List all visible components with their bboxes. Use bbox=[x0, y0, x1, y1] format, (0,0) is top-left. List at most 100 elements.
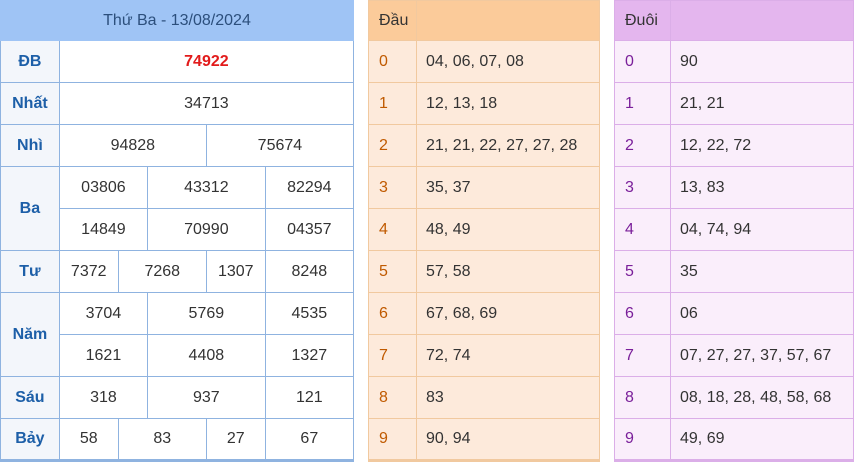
dau-digit: 7 bbox=[368, 334, 417, 377]
prize-row-tu: Tư 7372 7268 1307 8248 bbox=[0, 250, 355, 293]
duoi-row: 3 13, 83 bbox=[614, 166, 854, 209]
prize-number: 04357 bbox=[264, 208, 355, 251]
duoi-row: 0 90 bbox=[614, 40, 854, 83]
prize-label: Sáu bbox=[0, 376, 60, 419]
dau-values: 72, 74 bbox=[416, 334, 600, 377]
dau-digit: 5 bbox=[368, 250, 417, 293]
duoi-values: 08, 18, 28, 48, 58, 68 bbox=[670, 376, 854, 419]
prize-label: Nhì bbox=[0, 124, 60, 167]
prize-number: 27 bbox=[205, 418, 266, 462]
duoi-values: 90 bbox=[670, 40, 854, 83]
prize-number: 03806 bbox=[58, 166, 149, 209]
duoi-row: 1 21, 21 bbox=[614, 82, 854, 125]
dau-digit: 4 bbox=[368, 208, 417, 251]
duoi-header-row: Đuôi bbox=[614, 0, 854, 41]
prize-label: Năm bbox=[0, 292, 60, 377]
prize-number: 67 bbox=[264, 418, 355, 462]
prize-row-db: ĐB 74922 bbox=[0, 40, 355, 83]
dau-row: 8 83 bbox=[368, 376, 600, 419]
dau-digit: 1 bbox=[368, 82, 417, 125]
duoi-digit: 0 bbox=[614, 40, 671, 83]
duoi-digit: 3 bbox=[614, 166, 671, 209]
duoi-values: 06 bbox=[670, 292, 854, 335]
duoi-values: 35 bbox=[670, 250, 854, 293]
dau-header: Đầu bbox=[368, 0, 417, 41]
dau-row: 4 48, 49 bbox=[368, 208, 600, 251]
results-header-row: Thứ Ba - 13/08/2024 bbox=[0, 0, 354, 41]
prize-row-nhi: Nhì 94828 75674 bbox=[0, 124, 355, 167]
dau-row: 7 72, 74 bbox=[368, 334, 600, 377]
dau-digit: 2 bbox=[368, 124, 417, 167]
dau-header-blank bbox=[416, 0, 600, 41]
dau-values: 67, 68, 69 bbox=[416, 292, 600, 335]
duoi-digit: 4 bbox=[614, 208, 671, 251]
dau-values: 57, 58 bbox=[416, 250, 600, 293]
dau-values: 35, 37 bbox=[416, 166, 600, 209]
duoi-row: 4 04, 74, 94 bbox=[614, 208, 854, 251]
duoi-values: 12, 22, 72 bbox=[670, 124, 854, 167]
dau-values: 12, 13, 18 bbox=[416, 82, 600, 125]
duoi-row: 5 35 bbox=[614, 250, 854, 293]
dau-values: 04, 06, 07, 08 bbox=[416, 40, 600, 83]
duoi-row: 7 07, 27, 27, 37, 57, 67 bbox=[614, 334, 854, 377]
dau-digit: 3 bbox=[368, 166, 417, 209]
prize-number: 83 bbox=[117, 418, 207, 462]
duoi-row: 2 12, 22, 72 bbox=[614, 124, 854, 167]
prize-number: 7268 bbox=[117, 250, 207, 293]
dau-values: 48, 49 bbox=[416, 208, 600, 251]
duoi-values: 07, 27, 27, 37, 57, 67 bbox=[670, 334, 854, 377]
duoi-digit: 1 bbox=[614, 82, 671, 125]
dau-row: 1 12, 13, 18 bbox=[368, 82, 600, 125]
dau-digit: 8 bbox=[368, 376, 417, 419]
dau-panel: Đầu 0 04, 06, 07, 08 1 12, 13, 18 2 21, 21,… bbox=[368, 0, 600, 462]
prize-label: Tư bbox=[0, 250, 60, 293]
duoi-header: Đuôi bbox=[614, 0, 671, 41]
prize-number: 937 bbox=[147, 376, 266, 419]
prize-row-bay: Bảy 58 83 27 67 bbox=[0, 418, 355, 462]
prize-number: 7372 bbox=[58, 250, 119, 293]
dau-values: 21, 21, 22, 27, 27, 28 bbox=[416, 124, 600, 167]
prize-number: 94828 bbox=[58, 124, 207, 167]
duoi-values: 49, 69 bbox=[670, 418, 854, 462]
prize-number: 4535 bbox=[264, 292, 355, 335]
dau-row: 0 04, 06, 07, 08 bbox=[368, 40, 600, 83]
prize-number: 43312 bbox=[147, 166, 266, 209]
duoi-header-blank bbox=[670, 0, 854, 41]
prize-label: Nhất bbox=[0, 82, 60, 125]
prize-number: 318 bbox=[58, 376, 149, 419]
prize-number: 4408 bbox=[147, 334, 266, 377]
prize-label: Ba bbox=[0, 166, 60, 251]
dau-values: 90, 94 bbox=[416, 418, 600, 462]
duoi-row: 6 06 bbox=[614, 292, 854, 335]
duoi-digit: 6 bbox=[614, 292, 671, 335]
prize-number: 5769 bbox=[147, 292, 266, 335]
dau-row: 3 35, 37 bbox=[368, 166, 600, 209]
prize-number: 3704 bbox=[58, 292, 149, 335]
prize-number: 70990 bbox=[147, 208, 266, 251]
duoi-table: Đuôi 0 90 1 21, 21 2 12, 22, 72 3 13, 83 4 04… bbox=[614, 0, 854, 462]
prize-number: 1307 bbox=[205, 250, 266, 293]
prize-number: 82294 bbox=[264, 166, 355, 209]
duoi-values: 13, 83 bbox=[670, 166, 854, 209]
duoi-row: 8 08, 18, 28, 48, 58, 68 bbox=[614, 376, 854, 419]
prize-label: Bảy bbox=[0, 418, 60, 462]
lottery-results-table: Thứ Ba - 13/08/2024 ĐB 74922 Nhất 34713 … bbox=[0, 0, 355, 462]
dau-header-row: Đầu bbox=[368, 0, 600, 41]
results-date-title: Thứ Ba - 13/08/2024 bbox=[0, 0, 354, 41]
dau-digit: 9 bbox=[368, 418, 417, 462]
prize-row-nhat: Nhất 34713 bbox=[0, 82, 355, 125]
prize-number: 75674 bbox=[205, 124, 355, 167]
duoi-row: 9 49, 69 bbox=[614, 418, 854, 462]
dau-table: Đầu 0 04, 06, 07, 08 1 12, 13, 18 2 21, 21,… bbox=[368, 0, 600, 462]
prize-number: 58 bbox=[58, 418, 119, 462]
duoi-digit: 2 bbox=[614, 124, 671, 167]
duoi-values: 21, 21 bbox=[670, 82, 854, 125]
prize-number: 1621 bbox=[58, 334, 149, 377]
lottery-results-panel: Thứ Ba - 13/08/2024 ĐB 74922 Nhất 34713 … bbox=[0, 0, 355, 462]
duoi-digit: 5 bbox=[614, 250, 671, 293]
dau-row: 6 67, 68, 69 bbox=[368, 292, 600, 335]
duoi-panel: Đuôi 0 90 1 21, 21 2 12, 22, 72 3 13, 83 4 04… bbox=[614, 0, 854, 462]
prize-number: 1327 bbox=[264, 334, 355, 377]
dau-values: 83 bbox=[416, 376, 600, 419]
prize-number: 34713 bbox=[58, 82, 355, 125]
